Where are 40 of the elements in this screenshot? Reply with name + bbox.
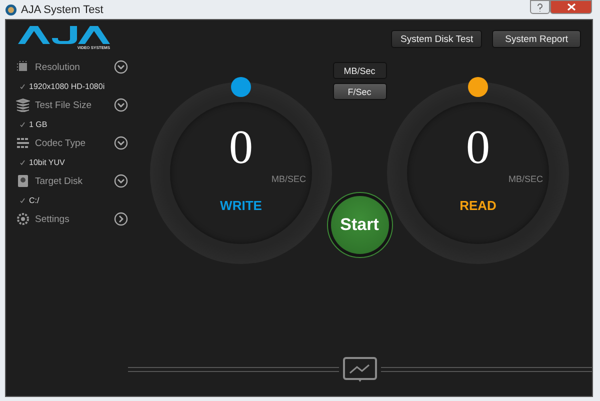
window-title: AJA System Test [21, 4, 104, 16]
close-icon [566, 3, 576, 11]
selected-value: 1 GB [29, 120, 48, 128]
unit-toggle[interactable]: F/Sec [332, 83, 386, 100]
app-icon [5, 4, 17, 16]
settings-icon [16, 212, 30, 226]
grid-icon [16, 136, 30, 150]
gauge-label: READ [460, 198, 496, 213]
unit-toggle[interactable]: MB/Sec [332, 62, 386, 79]
check-icon [20, 160, 25, 164]
check-icon [20, 84, 25, 88]
check-icon [20, 198, 25, 202]
gauge-unit: MB/SEC [508, 174, 543, 184]
sidebar-item[interactable]: Codec Type [16, 134, 128, 152]
selected-value: C:/ [29, 196, 40, 204]
chevron-down-icon [114, 60, 128, 74]
gauge-label: WRITE [220, 198, 262, 213]
graph-icon[interactable] [343, 357, 377, 383]
gauge-value: 0 [229, 124, 253, 172]
help-button[interactable] [530, 0, 550, 14]
toolbar-button[interactable]: System Report [492, 30, 581, 48]
chevron-right-icon [114, 212, 128, 226]
chevron-down-icon [114, 98, 128, 112]
toolbar-button[interactable]: System Disk Test [391, 30, 482, 48]
start-button[interactable]: Start [330, 196, 388, 254]
chevron-down-icon [114, 174, 128, 188]
stack-icon [16, 98, 30, 112]
chip-icon [16, 60, 30, 74]
chevron-down-icon [114, 136, 128, 150]
selected-value: 10bit YUV [29, 158, 65, 166]
check-icon [20, 122, 25, 126]
help-icon [536, 2, 544, 12]
gauge-unit: MB/SEC [271, 174, 306, 184]
sidebar-item[interactable]: Resolution [16, 58, 128, 76]
sidebar-item[interactable]: Settings [16, 210, 128, 228]
selected-value: 1920x1080 HD-1080i [29, 82, 105, 90]
sidebar-item[interactable]: Test File Size [16, 96, 128, 114]
close-button[interactable] [550, 0, 592, 14]
gauge-value: 0 [466, 124, 490, 172]
sidebar-item[interactable]: Target Disk [16, 172, 128, 190]
